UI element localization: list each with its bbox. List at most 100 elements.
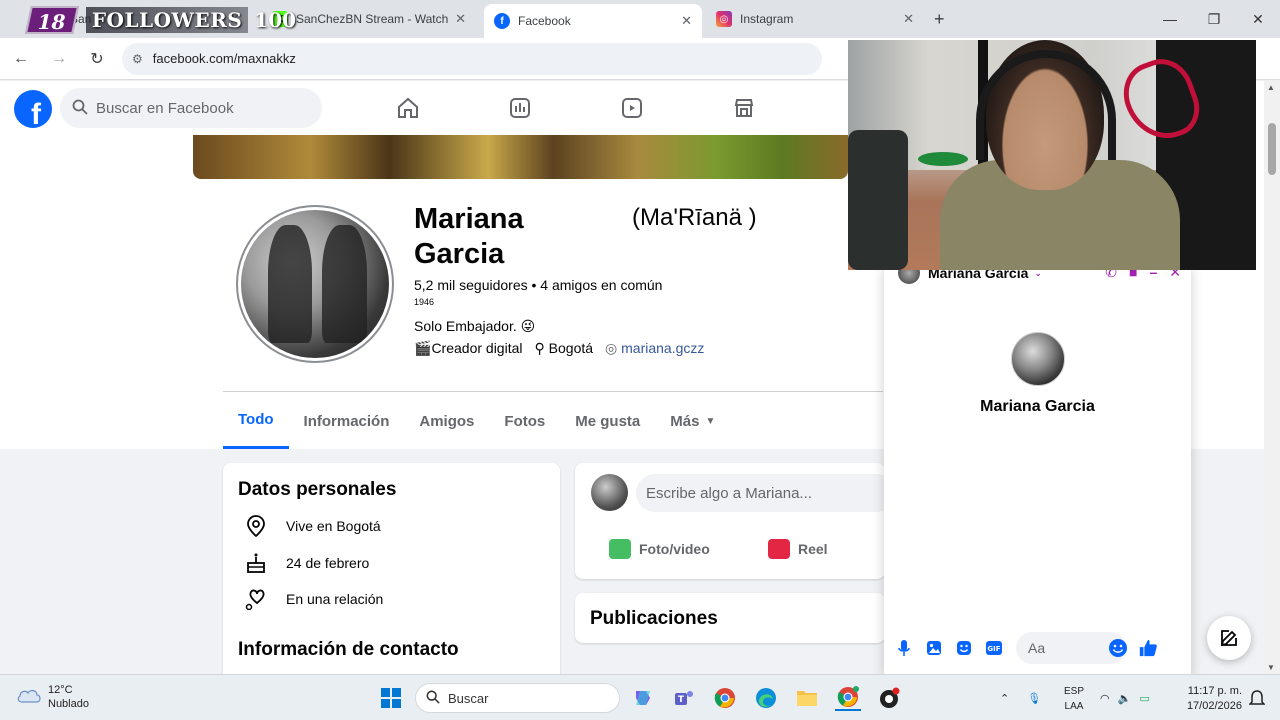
weather-widget[interactable]: 12°C Nublado [16,683,89,711]
scrollbar-thumb[interactable] [1268,123,1276,175]
close-icon[interactable]: ✕ [681,13,692,29]
tab-mas-label: Más [670,412,700,430]
profile-alt-name: (Ma'Rīanä ) [632,204,757,231]
battery-icon: ▭ [1139,692,1150,705]
windows-start-icon[interactable] [378,685,404,711]
clapperboard-icon: 🎬 [414,340,432,356]
page-scrollbar[interactable]: ▲ ▼ [1264,81,1280,674]
chrome-active-icon[interactable] [835,685,861,711]
language-indicator[interactable]: ESP LAA [1062,684,1086,714]
tab-title: Facebook [518,14,571,28]
forward-button[interactable]: → [42,42,76,76]
tab-instagram[interactable]: ◎ Instagram ✕ [706,4,924,34]
file-explorer-icon[interactable] [794,685,820,711]
chevron-up-icon[interactable]: ⌃ [1000,692,1009,705]
home-icon[interactable] [388,89,428,127]
profile-meta: 🎬Creador digital ⚲ Bogotá ◎ mariana.gczz [414,340,704,357]
reload-button[interactable]: ↻ [80,42,114,76]
back-button[interactable]: ← [4,42,38,76]
webcam-overlay [848,40,1256,270]
keyboard-layout: LAA [1064,701,1084,712]
personal-info-card: Datos personales Vive en Bogotá 24 de fe… [223,463,560,693]
tab-mas[interactable]: Más ▼ [655,393,730,449]
teams-icon[interactable]: T [671,685,697,711]
overlay-count-right: 100 [254,8,297,32]
sticker-icon[interactable] [954,638,974,658]
profile-followers[interactable]: 5,2 mil seguidores • 4 amigos en común [414,277,662,293]
new-tab-button[interactable]: + [934,9,945,30]
contact-info-title: Información de contacto [238,639,459,660]
gif-icon[interactable]: GIF [984,638,1004,658]
thumbs-up-icon[interactable] [1138,638,1158,658]
compose-icon [1220,630,1237,647]
category-label: Creador digital [431,340,523,356]
search-icon [426,690,440,707]
tab-title: Instagram [740,12,794,26]
profile-year: 1946 [414,297,435,307]
location-label: Bogotá [548,340,594,356]
chrome-icon[interactable] [712,685,738,711]
app-icon[interactable] [876,685,902,711]
info-birthday: 24 de febrero [243,552,369,574]
browser-tabstrip: San ✕ K SanChezBN Stream - Watch Live ✕ … [0,0,1280,38]
tab-facebook[interactable]: f Facebook ✕ [484,4,702,38]
svg-text:GIF: GIF [987,645,1000,653]
weather-description: Nublado [48,698,89,710]
location-item: ⚲ Bogotá [535,340,594,357]
messenger-chat-window: Mariana Garcia ⌄ ✆ ■ – ✕ Mariana Garcia … [884,262,1191,674]
overlay-count-left: 18 [25,6,79,34]
watch-icon[interactable] [612,89,652,127]
weather-temperature: 12°C [48,684,73,696]
taskbar-search[interactable]: Buscar [415,683,620,713]
status-icons[interactable]: ◠ 🔈 ▭ [1100,675,1150,720]
facebook-logo-icon[interactable]: f [14,90,52,128]
birthday-text: 24 de febrero [286,555,370,571]
cover-photo[interactable] [193,135,848,179]
chat-message-input[interactable]: Aa [1016,632,1128,664]
cloud-icon [16,686,42,709]
tab-todo[interactable]: Todo [223,393,289,449]
heart-icon [243,588,269,610]
instagram-link[interactable]: mariana.gczz [621,340,704,356]
close-icon[interactable]: ✕ [903,11,914,27]
profile-divider [223,391,883,392]
minimize-button[interactable]: — [1148,0,1192,38]
new-message-button[interactable] [1207,616,1251,660]
facebook-search-input[interactable]: Buscar en Facebook [60,88,322,128]
composer-input[interactable]: Escribe algo a Mariana... [636,474,896,512]
chat-contact-avatar[interactable] [1010,332,1065,386]
tab-me-gusta[interactable]: Me gusta [560,393,655,449]
scroll-down-icon[interactable]: ▼ [1267,663,1275,672]
profile-avatar[interactable] [236,205,394,363]
image-icon[interactable] [924,638,944,658]
instagram-item: ◎ mariana.gczz [605,340,704,357]
microphone-icon[interactable] [894,638,914,658]
svg-text:T: T [678,695,685,705]
scroll-up-icon[interactable]: ▲ [1267,83,1275,92]
microphone-icon[interactable]: 🎙 [1027,692,1041,705]
emoji-icon[interactable] [1108,638,1128,661]
tab-informacion[interactable]: Información [289,393,405,449]
profile-bio: Solo Embajador. 😜 [414,318,536,334]
windows-taskbar: 12°C Nublado Buscar T ⌃ 🎙 ESP LAA ◠ 🔈 ▭ … [0,674,1280,720]
tab-fotos[interactable]: Fotos [489,393,560,449]
taskbar-clock[interactable]: 11:17 p. m. 17/02/2026 [1176,684,1242,714]
copilot-icon[interactable] [630,685,656,711]
marketplace-icon[interactable] [724,89,764,127]
reel-button[interactable]: Reel [768,539,828,559]
close-icon[interactable]: ✕ [455,11,466,27]
relationship-text: En una relación [286,591,384,607]
user-avatar[interactable] [591,474,628,511]
notifications-icon[interactable] [1244,685,1270,711]
close-window-button[interactable]: ✕ [1236,0,1280,38]
system-tray: ⌃ 🎙 [1000,675,1041,720]
tab-amigos[interactable]: Amigos [404,393,489,449]
wifi-icon: ◠ [1100,692,1110,705]
url-field[interactable]: ⚙ facebook.com/maxnakkz [122,42,822,75]
video-feed-icon[interactable] [500,89,540,127]
reel-label: Reel [798,541,828,557]
edge-icon[interactable] [753,685,779,711]
site-settings-icon[interactable]: ⚙ [132,52,143,66]
restore-button[interactable]: ❐ [1192,0,1236,38]
photo-video-button[interactable]: Foto/video [609,539,710,559]
